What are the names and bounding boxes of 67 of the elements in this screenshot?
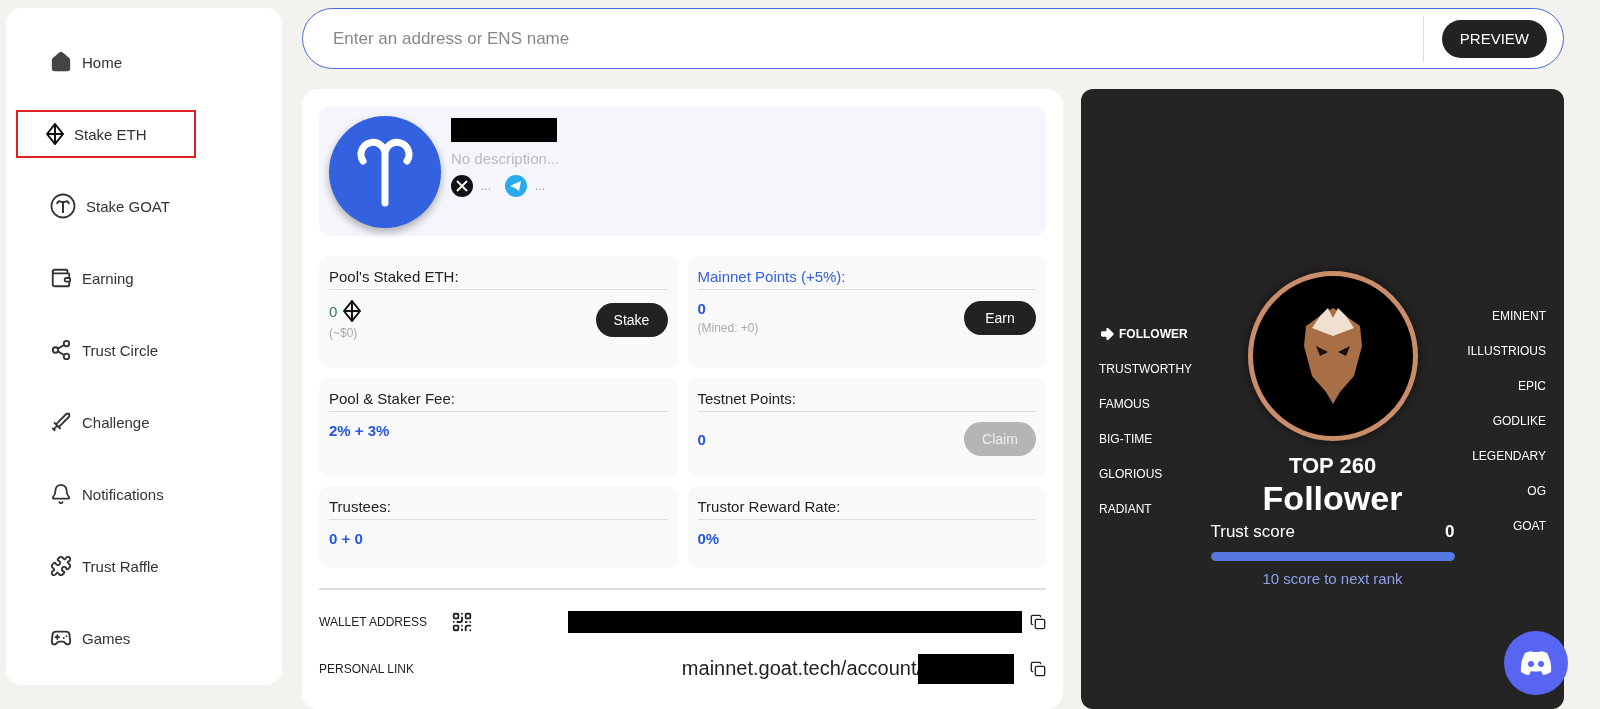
sidebar-item[interactable]: Trust Circle [16, 326, 196, 374]
profile-description: No description... [451, 150, 560, 167]
next-rank-hint: 10 score to next rank [1262, 570, 1403, 587]
sidebar-item[interactable]: Stake ETH [16, 110, 196, 158]
sidebar-item[interactable]: Home [16, 38, 196, 86]
stat-label: Trustor Reward Rate: [697, 498, 1036, 520]
rank-label: TRUSTWORTHY [1099, 361, 1193, 376]
sidebar-item[interactable]: Challenge [16, 398, 196, 446]
stat-label: Trustees: [329, 498, 668, 520]
stat-value: 0 [697, 300, 706, 317]
diamond-icon [46, 123, 64, 145]
sidebar-item[interactable]: Notifications [16, 470, 196, 518]
rank-label: ILLUSTRIOUS [1467, 343, 1546, 358]
action-button[interactable]: Earn [964, 300, 1036, 335]
trust-score-value: 0 [1445, 522, 1455, 542]
sword-icon [50, 411, 72, 433]
arrow-icon [1099, 325, 1115, 342]
rank-label: FOLLOWER [1119, 326, 1188, 341]
social-handle: ... [481, 179, 491, 193]
bell-icon [50, 483, 72, 505]
aries-icon [357, 137, 413, 207]
personal-link-label: PERSONAL LINK [319, 661, 415, 676]
stat-label[interactable]: Mainnet Points (+5%): [697, 268, 1036, 290]
personal-link[interactable]: mainnet.goat.tech/account/ [681, 657, 922, 680]
stat-value: 0 [329, 302, 338, 320]
trust-score-label: Trust score [1210, 522, 1295, 542]
sidebar-item[interactable]: Earning [16, 254, 196, 302]
rank-label: BIG-TIME [1099, 431, 1153, 446]
stat-label: Pool's Staked ETH: [329, 268, 668, 290]
wallet-address-label: WALLET ADDRESS [319, 614, 429, 629]
copy-icon[interactable] [1030, 660, 1046, 677]
wallet-icon [50, 267, 72, 289]
rank-label: EMINENT [1492, 308, 1546, 323]
rank-label: GLORIOUS [1099, 466, 1163, 481]
action-button[interactable]: Stake [595, 303, 668, 337]
stat-value: 0 + 0 [329, 530, 363, 547]
sidebar-item[interactable]: Stake GOAT [16, 182, 196, 230]
sidebar-item[interactable]: Trust Raffle [16, 542, 196, 590]
rank-label: FAMOUS [1099, 396, 1150, 411]
copy-icon[interactable] [1030, 613, 1046, 630]
paper-plane-icon[interactable] [505, 175, 527, 197]
stat-subvalue: (Mined: +0) [697, 321, 759, 335]
discord-logo-icon [1519, 650, 1553, 676]
social-handle: ... [535, 179, 546, 193]
stat-value: 0% [697, 530, 720, 547]
stat-label: Testnet Points: [697, 390, 1036, 412]
diamond-icon [343, 300, 362, 322]
rank-label: GOAT [1512, 518, 1546, 533]
rank-label: EPIC [1518, 378, 1546, 393]
rank-title: Follower [1262, 479, 1403, 518]
rank-label: LEGENDARY [1472, 448, 1546, 463]
rank-label: OG [1527, 483, 1546, 498]
stat-subvalue: (~$0) [329, 326, 359, 340]
stat-value: 0 [697, 430, 706, 448]
rank-label: RADIANT [1099, 501, 1152, 516]
preview-button[interactable]: PREVIEW [1441, 19, 1547, 58]
rank-position: TOP 260 [1288, 453, 1377, 479]
qr-code-icon[interactable] [451, 610, 473, 633]
home-icon [50, 51, 72, 73]
rank-label: GODLIKE [1492, 413, 1546, 428]
x-logo-icon[interactable] [451, 175, 473, 197]
share-icon [50, 339, 72, 361]
sidebar-item[interactable]: Games [16, 614, 196, 662]
puzzle-icon [50, 555, 72, 577]
stat-label: Pool & Staker Fee: [329, 390, 668, 412]
search-field[interactable]: Enter an address or ENS name PREVIEW [302, 8, 1564, 69]
stat-value: 2% + 3% [329, 422, 390, 439]
